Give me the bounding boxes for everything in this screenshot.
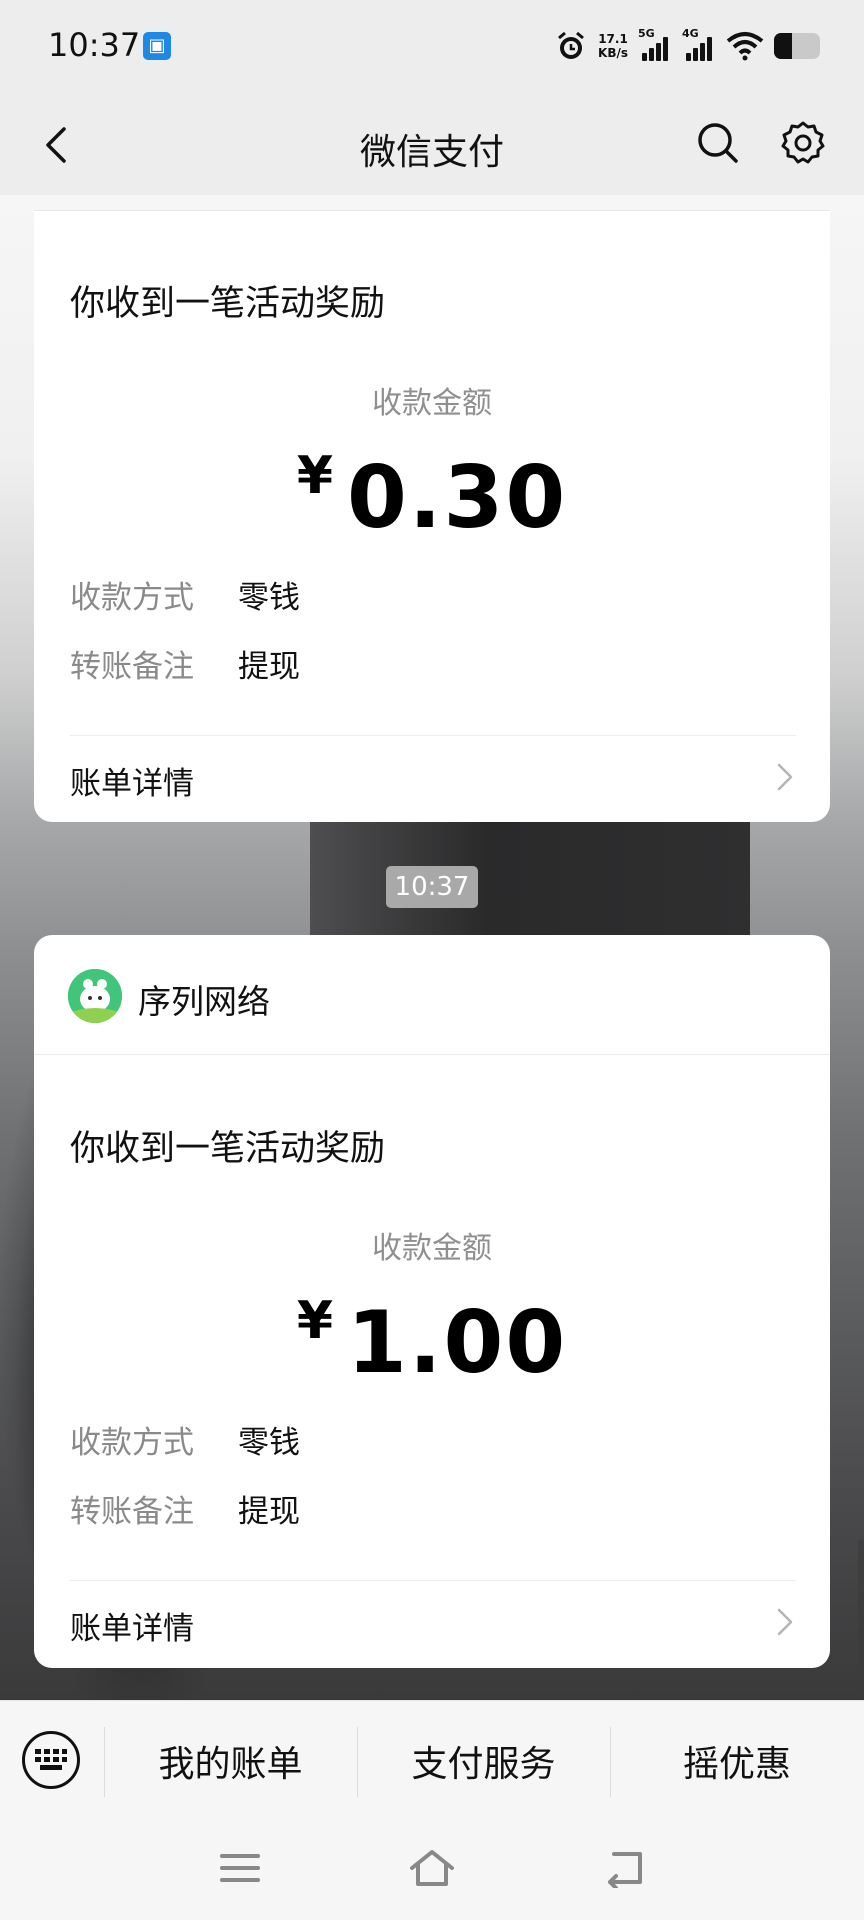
back-gesture-icon	[608, 1852, 642, 1888]
message-title: 你收到一笔活动奖励	[70, 1129, 386, 1169]
gear-icon	[781, 121, 825, 164]
amount-value: ¥0.30	[34, 446, 830, 548]
signal-5g-icon: 5G	[638, 27, 672, 61]
amount-number: 1.00	[347, 1293, 568, 1393]
payment-message-card: 你收到一笔活动奖励 收款金额 ¥0.30 收款方式 零钱 转账备注 提现 账单详情	[34, 210, 830, 822]
back-system-button[interactable]	[594, 1842, 654, 1894]
transfer-note-key: 转账备注	[70, 1494, 194, 1530]
network-speed-value: 17.1	[598, 32, 628, 46]
search-icon	[698, 123, 738, 163]
payment-message-card: 序列网络 你收到一笔活动奖励 收款金额 ¥1.00 收款方式 零钱 转账备注 提现 …	[34, 935, 830, 1668]
signal-5g-label: 5G	[638, 27, 655, 40]
merchant-name: 序列网络	[138, 982, 270, 1021]
status-time: 10:37	[48, 26, 141, 64]
chevron-right-icon	[777, 763, 793, 791]
amount-value: ¥1.00	[34, 1291, 830, 1393]
scroll-indicator[interactable]	[858, 1540, 864, 1700]
payment-method-key: 收款方式	[70, 580, 194, 616]
chevron-right-icon	[777, 1608, 793, 1636]
header-divider	[34, 1054, 830, 1055]
home-icon	[410, 1850, 454, 1886]
battery-icon	[774, 33, 820, 59]
transfer-note-value: 提现	[238, 649, 300, 685]
merchant-avatar	[68, 969, 122, 1023]
network-speed: 17.1 KB/s	[598, 32, 628, 60]
amount-label: 收款金额	[372, 1231, 492, 1266]
payment-method-row: 收款方式 零钱	[70, 1417, 300, 1462]
alarm-icon	[554, 29, 588, 63]
menu-shake-deals[interactable]: 摇优惠	[610, 1701, 864, 1821]
app-notification-icon: ▣	[143, 32, 171, 60]
payment-method-key: 收款方式	[70, 1425, 194, 1461]
transfer-note-value: 提现	[238, 1494, 300, 1530]
bill-detail-label: 账单详情	[70, 1611, 194, 1647]
menu-icon	[220, 1854, 260, 1882]
currency-symbol: ¥	[296, 446, 333, 506]
nav-bar: 微信支付	[0, 95, 864, 195]
recent-apps-button[interactable]	[210, 1842, 270, 1894]
signal-4g-icon: 4G	[682, 27, 716, 61]
network-speed-unit: KB/s	[598, 46, 628, 60]
menu-payment-services[interactable]: 支付服务	[357, 1701, 610, 1821]
amount-number: 0.30	[347, 448, 568, 548]
card-top-divider	[34, 210, 830, 211]
system-navigation-bar	[0, 1820, 864, 1920]
merchant-header[interactable]: 序列网络	[34, 935, 830, 1055]
transfer-note-row: 转账备注 提现	[70, 1486, 300, 1531]
signal-4g-label: 4G	[682, 27, 699, 40]
status-bar: 10:37 ▣ 17.1 KB/s 5G 4G	[0, 0, 864, 95]
transfer-note-row: 转账备注 提现	[70, 641, 300, 686]
background-monitor	[310, 822, 750, 952]
bill-detail-label: 账单详情	[70, 766, 194, 802]
message-timestamp: 10:37	[386, 866, 478, 908]
currency-symbol: ¥	[296, 1291, 333, 1351]
keyboard-icon	[35, 1749, 67, 1770]
wifi-icon	[726, 31, 764, 61]
settings-button[interactable]	[775, 115, 831, 171]
keyboard-toggle-button[interactable]	[22, 1731, 80, 1789]
amount-label: 收款金额	[372, 386, 492, 421]
status-icons: 17.1 KB/s 5G 4G	[554, 24, 820, 68]
bottom-menu: 我的账单 支付服务 摇优惠	[0, 1700, 864, 1821]
battery-level	[774, 33, 793, 59]
message-title: 你收到一笔活动奖励	[70, 284, 386, 324]
payment-method-row: 收款方式 零钱	[70, 572, 300, 617]
transfer-note-key: 转账备注	[70, 649, 194, 685]
search-button[interactable]	[690, 115, 746, 171]
payment-method-value: 零钱	[238, 1425, 300, 1461]
menu-my-bills[interactable]: 我的账单	[104, 1701, 357, 1821]
home-button[interactable]	[402, 1842, 462, 1894]
bill-detail-link[interactable]: 账单详情	[34, 1581, 830, 1667]
payment-method-value: 零钱	[238, 580, 300, 616]
bill-detail-link[interactable]: 账单详情	[34, 736, 830, 822]
